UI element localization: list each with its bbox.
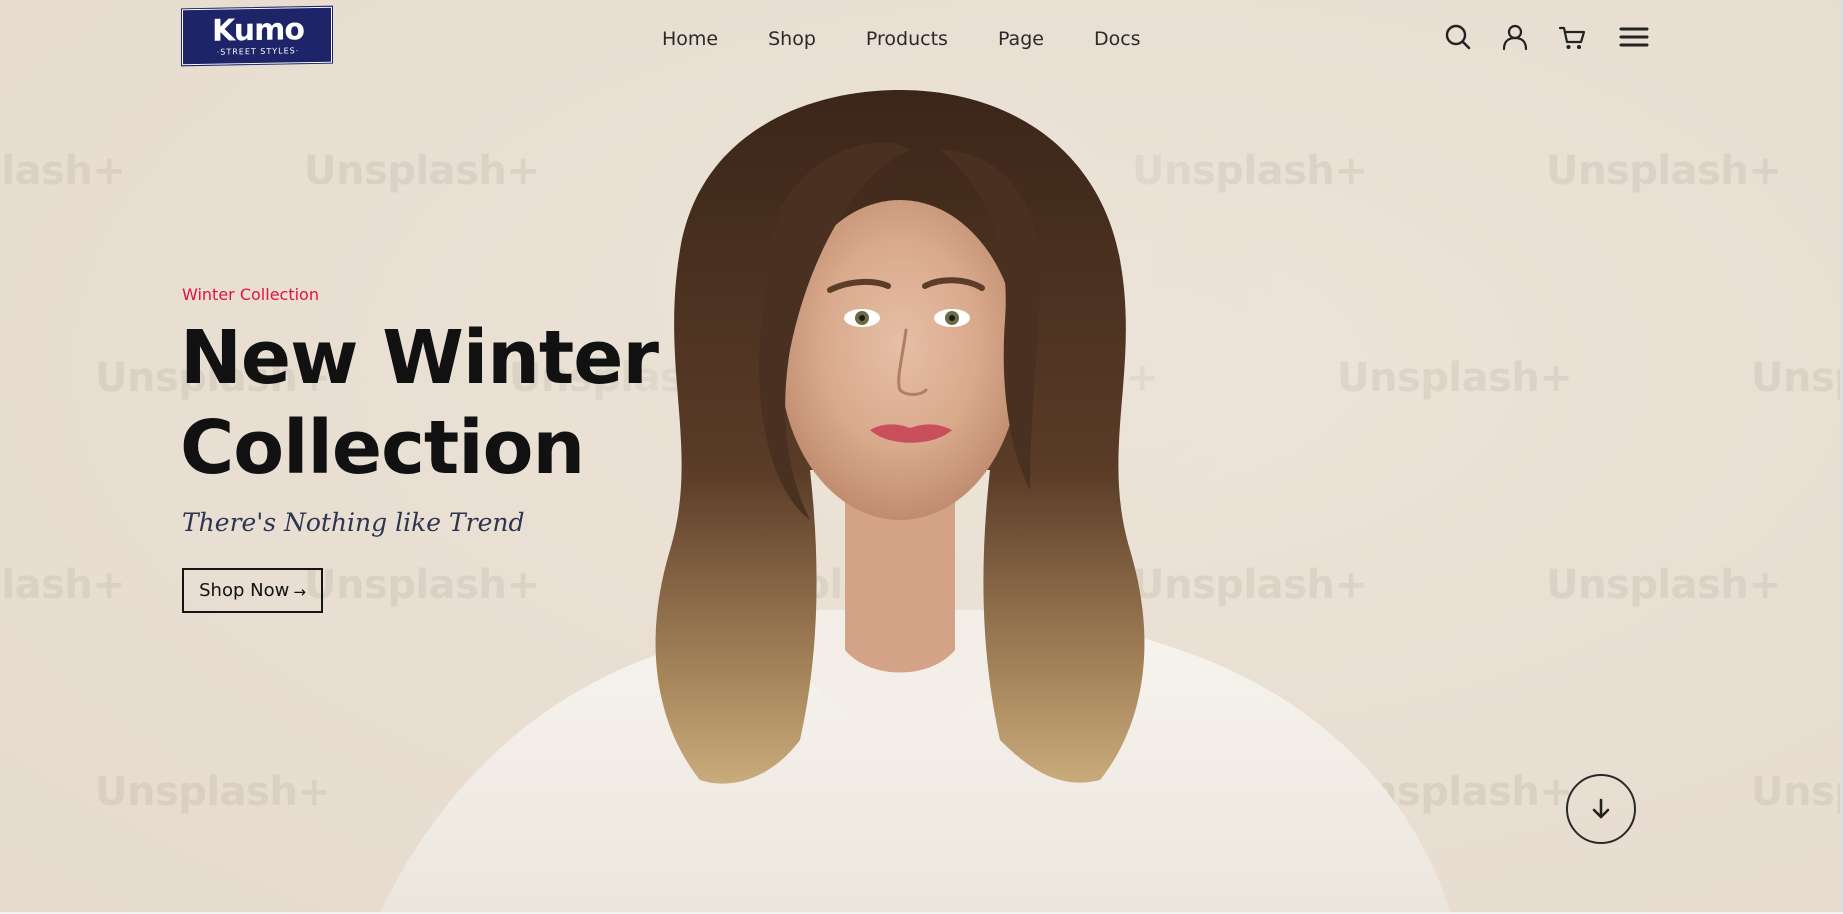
arrow-down-icon bbox=[1592, 798, 1610, 819]
hero-eyebrow: Winter Collection bbox=[182, 285, 319, 304]
arrow-right-icon: → bbox=[293, 582, 306, 601]
search-icon bbox=[1445, 24, 1471, 50]
watermark-text: Unsplash+ bbox=[0, 562, 126, 608]
nav-products[interactable]: Products bbox=[866, 28, 948, 50]
account-button[interactable] bbox=[1500, 22, 1530, 52]
scroll-down-button[interactable] bbox=[1566, 774, 1636, 844]
search-button[interactable] bbox=[1443, 22, 1473, 52]
hero-title: New Winter Collection bbox=[180, 313, 700, 493]
watermark-text: Unsplash+ bbox=[95, 769, 331, 815]
nav-docs[interactable]: Docs bbox=[1094, 28, 1141, 50]
site-header: Kumo ·STREET STYLES· Home Shop Products … bbox=[0, 0, 1840, 80]
watermark-text: Unsplash+ bbox=[1751, 769, 1840, 815]
menu-button[interactable] bbox=[1619, 22, 1649, 52]
brand-tagline: ·STREET STYLES· bbox=[216, 46, 300, 57]
hero-portrait-image bbox=[380, 90, 1450, 912]
shop-now-label: Shop Now bbox=[199, 580, 290, 601]
watermark-text: Unsplash+ bbox=[1546, 562, 1782, 608]
nav-shop[interactable]: Shop bbox=[768, 28, 816, 50]
brand-logo[interactable]: Kumo ·STREET STYLES· bbox=[181, 5, 333, 67]
user-icon bbox=[1502, 24, 1528, 51]
menu-icon bbox=[1619, 27, 1649, 47]
watermark-text: Unsplash+ bbox=[1546, 148, 1782, 194]
nav-page[interactable]: Page bbox=[998, 28, 1044, 50]
cart-button[interactable] bbox=[1557, 22, 1587, 52]
main-nav: Home Shop Products Page Docs bbox=[662, 28, 1141, 50]
nav-home[interactable]: Home bbox=[662, 28, 718, 50]
hero-title-line-2: Collection bbox=[180, 405, 585, 491]
hero-subtitle: There's Nothing like Trend bbox=[182, 508, 525, 537]
viewport: Unsplash+ Unsplash+ Unsplash+ Unsplash+ Unsp… bbox=[0, 0, 1840, 912]
brand-name: Kumo bbox=[212, 12, 304, 49]
watermark-text: Unsplash+ bbox=[1751, 355, 1840, 401]
shop-now-button[interactable]: Shop Now → bbox=[182, 568, 323, 613]
watermark-text: Unsplash+ bbox=[0, 148, 126, 194]
cart-icon bbox=[1558, 26, 1586, 49]
hero-title-line-1: New Winter bbox=[180, 315, 659, 401]
